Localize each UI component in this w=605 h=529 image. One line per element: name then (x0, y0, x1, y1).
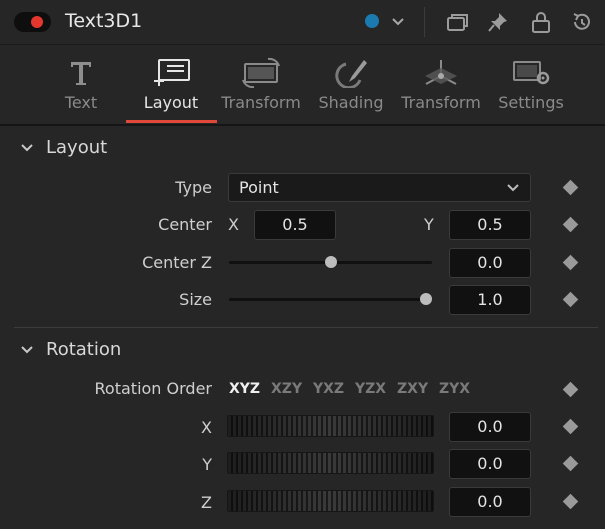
rotation-z-field[interactable]: 0.0 (449, 487, 531, 517)
size-field[interactable]: 1.0 (449, 285, 531, 315)
tab-settings[interactable]: Settings (486, 50, 576, 124)
shading-icon (335, 60, 367, 88)
section-divider (14, 327, 598, 328)
tab-label: Settings (498, 93, 564, 112)
active-tab-indicator (126, 120, 217, 123)
center-x-field[interactable]: 0.5 (254, 210, 336, 240)
rotation-x-label: X (201, 418, 212, 437)
center-y-label: Y (424, 215, 434, 234)
tab-text[interactable]: Text (36, 50, 126, 124)
header-separator (424, 7, 425, 37)
tab-shading[interactable]: Shading (306, 50, 396, 124)
rotation-y-thumbwheel[interactable] (227, 452, 434, 474)
rotation-order-zyx[interactable]: ZYX (439, 381, 470, 397)
tabs-separator (0, 124, 605, 126)
color-tag-dot[interactable] (365, 14, 379, 28)
header-bottom-line (0, 44, 605, 45)
tab-label: Shading (318, 93, 384, 112)
settings-icon (513, 61, 550, 85)
rotation-y-field[interactable]: 0.0 (449, 449, 531, 479)
type-dropdown-value: Point (239, 178, 279, 197)
rotation-x-thumbwheel[interactable] (227, 415, 434, 437)
chevron-down-icon (507, 184, 519, 192)
transform-icon (242, 57, 280, 88)
rotation-x-field[interactable]: 0.0 (449, 412, 531, 442)
type-label: Type (175, 178, 212, 197)
keyframe-button-center-z[interactable] (562, 254, 579, 271)
rotation-y-label: Y (202, 455, 212, 474)
color-chevron-icon[interactable] (388, 12, 408, 32)
reset-icon[interactable] (569, 10, 595, 34)
size-slider[interactable] (229, 298, 432, 301)
windows-icon[interactable] (444, 10, 470, 34)
rotation-order-yxz[interactable]: YXZ (313, 381, 344, 397)
tab-label: Text (64, 93, 98, 112)
pin-icon[interactable] (485, 10, 511, 34)
rotation-order-zxy[interactable]: ZXY (397, 381, 428, 397)
type-dropdown[interactable]: Point (228, 173, 531, 202)
rotation-order-yzx[interactable]: YZX (355, 381, 386, 397)
tool-name: Text3D1 (65, 10, 143, 32)
section-title-rotation[interactable]: Rotation (46, 339, 121, 360)
center-z-label: Center Z (142, 253, 212, 272)
rotation-z-thumbwheel[interactable] (227, 490, 434, 512)
center-z-field[interactable]: 0.0 (449, 248, 531, 278)
tab-transform[interactable]: Transform (216, 50, 306, 124)
toggle-indicator-dot (31, 16, 43, 28)
keyframe-button-rotation-z[interactable] (562, 493, 579, 510)
rotation-order-label: Rotation Order (94, 379, 212, 398)
keyframe-button-rotation-y[interactable] (562, 455, 579, 472)
keyframe-button-size[interactable] (562, 291, 579, 308)
tab-label: Transform (401, 93, 481, 112)
tab-label: Layout (143, 93, 199, 112)
keyframe-button-rotation-order[interactable] (562, 381, 579, 398)
transform-3d-icon (425, 60, 457, 85)
tab-transform-3d[interactable]: Transform (396, 50, 486, 124)
tab-label: Transform (221, 93, 301, 112)
tab-layout[interactable]: Layout (126, 50, 216, 124)
lock-icon[interactable] (528, 10, 554, 34)
center-z-slider-handle[interactable] (325, 256, 337, 268)
text-icon (71, 62, 91, 85)
size-slider-handle[interactable] (420, 293, 432, 305)
keyframe-button-rotation-x[interactable] (562, 418, 579, 435)
rotation-order-xzy[interactable]: XZY (271, 381, 302, 397)
chevron-down-icon[interactable] (20, 141, 34, 155)
keyframe-button-center[interactable] (562, 216, 579, 233)
rotation-z-label: Z (201, 493, 212, 512)
center-y-field[interactable]: 0.5 (449, 210, 531, 240)
size-label: Size (179, 290, 212, 309)
section-title-layout[interactable]: Layout (46, 137, 107, 158)
chevron-down-icon[interactable] (20, 343, 34, 357)
keyframe-button-type[interactable] (562, 179, 579, 196)
center-x-label: X (228, 215, 239, 234)
layout-icon (154, 59, 190, 86)
center-label: Center (158, 215, 212, 234)
rotation-order-xyz[interactable]: XYZ (229, 381, 260, 397)
